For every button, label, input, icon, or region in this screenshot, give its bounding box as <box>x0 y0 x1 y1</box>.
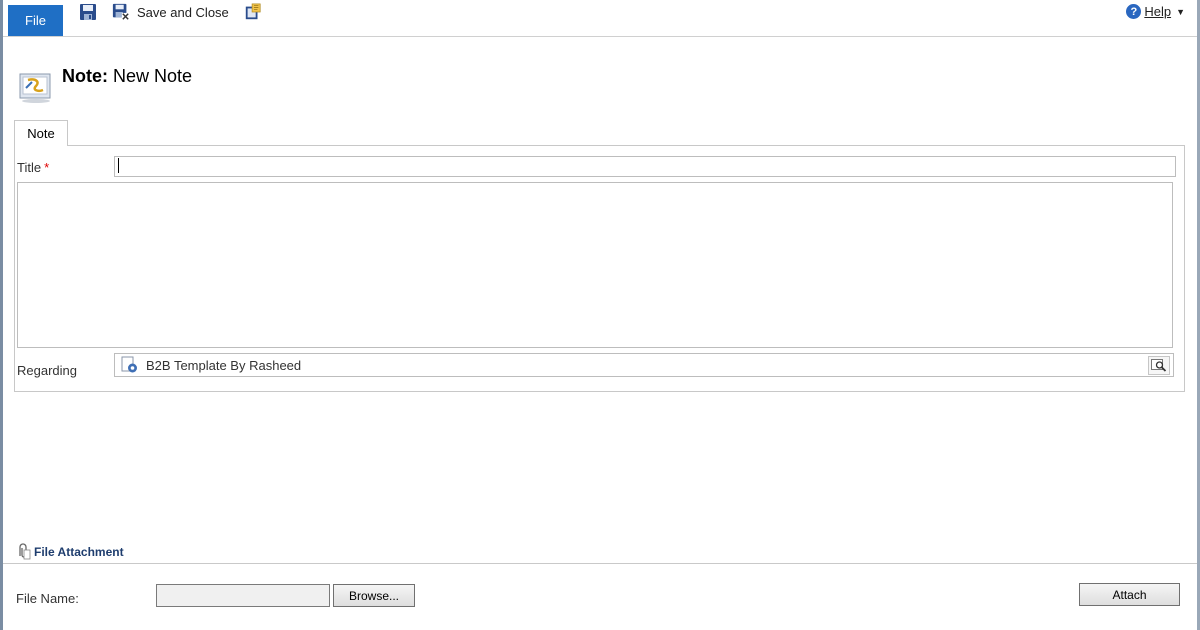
file-name-field[interactable] <box>156 584 330 607</box>
entity-label: Note: <box>62 66 108 86</box>
save-icon[interactable] <box>79 3 97 21</box>
lookup-icon <box>1151 359 1167 372</box>
required-marker: * <box>44 160 50 175</box>
title-field-label: Title * <box>17 160 49 175</box>
save-and-close-icon[interactable] <box>112 3 130 21</box>
help-icon: ? <box>1126 4 1142 19</box>
lookup-button[interactable] <box>1148 356 1170 375</box>
title-input[interactable] <box>114 156 1176 177</box>
tab-note[interactable]: Note <box>14 120 68 146</box>
note-entity-icon <box>19 73 51 103</box>
regarding-label: Regarding <box>17 363 77 378</box>
section-divider <box>3 563 1197 564</box>
file-name-label: File Name: <box>16 591 79 606</box>
file-attachment-title: File Attachment <box>34 544 124 559</box>
regarding-value-link[interactable]: B2B Template By Rasheed <box>146 358 301 373</box>
paperclip-icon <box>19 543 31 560</box>
page-title: Note: New Note <box>62 66 192 87</box>
chevron-down-icon: ▼ <box>1176 6 1185 17</box>
window-left-edge <box>0 0 3 630</box>
save-and-close-label[interactable]: Save and Close <box>137 5 229 20</box>
command-bar: File Save and Close ? Help ▼ <box>3 0 1197 37</box>
note-body-textarea[interactable] <box>17 182 1173 348</box>
attach-button[interactable]: Attach <box>1079 583 1180 606</box>
browse-button[interactable]: Browse... <box>333 584 415 607</box>
regarding-lookup[interactable]: B2B Template By Rasheed <box>114 353 1174 377</box>
document-edit-icon[interactable] <box>244 3 262 21</box>
text-cursor <box>118 158 119 173</box>
record-gear-icon <box>121 356 137 373</box>
help-label: Help <box>1144 4 1172 19</box>
file-button[interactable]: File <box>8 5 63 36</box>
help-menu[interactable]: ? Help ▼ <box>1126 4 1185 19</box>
title-label: Title <box>17 160 42 175</box>
file-attachment-header: File Attachment <box>15 543 124 560</box>
record-title: New Note <box>113 66 193 86</box>
